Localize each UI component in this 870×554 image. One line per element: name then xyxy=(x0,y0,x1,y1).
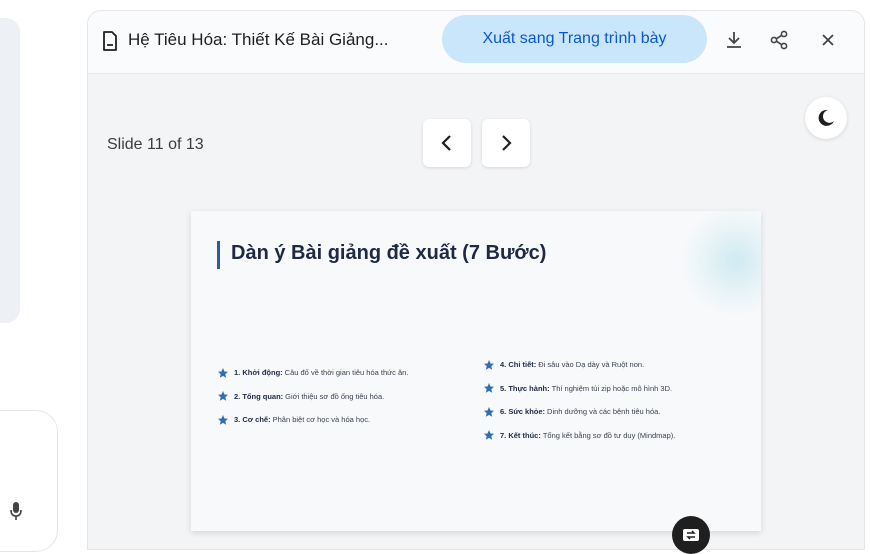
moon-icon xyxy=(818,109,834,126)
decorative-glow xyxy=(681,211,761,316)
outline-item: 5. Thực hành: Thí nghiệm túi zip hoặc mô… xyxy=(483,377,675,401)
outline-item-label: 4. Chi tiết: xyxy=(500,360,537,370)
outline-item-label: 7. Kết thúc: xyxy=(500,430,541,440)
star-icon xyxy=(484,430,494,440)
chevron-right-icon xyxy=(502,135,512,151)
outline-item-label: 5. Thực hành: xyxy=(500,383,550,393)
star-icon xyxy=(484,406,494,417)
chat-input-box[interactable] xyxy=(0,410,58,552)
outline-item-text: Phân biệt cơ học và hóa học. xyxy=(272,415,371,425)
outline-item-text: Dinh dưỡng và các bệnh tiêu hóa. xyxy=(547,407,661,417)
outline-item: 6. Sức khỏe: Dinh dưỡng và các bệnh tiêu… xyxy=(483,400,675,424)
outline-column-left: 1. Khởi động: Câu đố về thời gian tiêu h… xyxy=(217,361,408,432)
download-icon[interactable] xyxy=(723,29,745,51)
outline-item-text: Thí nghiệm túi zip hoặc mô hình 3D. xyxy=(551,383,673,393)
outline-item-text: Đi sâu vào Dạ dày và Ruột non. xyxy=(538,360,645,370)
title-accent-bar xyxy=(217,241,220,269)
outline-item: 1. Khởi động: Câu đố về thời gian tiêu h… xyxy=(217,361,408,385)
outline-item: 4. Chi tiết: Đi sâu vào Dạ dày và Ruột n… xyxy=(483,353,675,377)
side-panel xyxy=(0,18,20,323)
document-title: Hệ Tiêu Hóa: Thiết Kế Bài Giảng... xyxy=(128,30,389,49)
outline-item-label: 2. Tổng quan: xyxy=(234,391,284,401)
outline-column-right: 4. Chi tiết: Đi sâu vào Dạ dày và Ruột n… xyxy=(483,353,675,447)
chevron-left-icon xyxy=(441,135,451,151)
outline-item-text: Giới thiệu sơ đồ ống tiêu hóa. xyxy=(285,391,385,401)
slide-preview: Dàn ý Bài giảng đề xuất (7 Bước) 1. Khởi… xyxy=(191,211,761,531)
outline-item-text: Câu đố về thời gian tiêu hóa thức ăn. xyxy=(284,368,409,378)
outline-item: 7. Kết thúc: Tổng kết bằng sơ đồ tư duy … xyxy=(483,424,675,448)
outline-item-label: 6. Sức khỏe: xyxy=(500,407,546,417)
presentation-viewer: Hệ Tiêu Hóa: Thiết Kế Bài Giảng... Xuất … xyxy=(87,10,865,550)
star-icon xyxy=(218,414,228,425)
share-icon[interactable] xyxy=(768,29,790,51)
next-slide-button[interactable] xyxy=(482,119,530,167)
export-to-slides-button[interactable]: Xuất sang Trang trình bày xyxy=(442,15,707,63)
mic-icon[interactable] xyxy=(9,501,23,521)
outline-item-label: 3. Cơ chế: xyxy=(234,415,271,425)
close-icon[interactable] xyxy=(817,29,839,51)
star-icon xyxy=(218,367,228,378)
outline-item: 3. Cơ chế: Phân biệt cơ học và hóa học. xyxy=(217,408,408,432)
outline-item-label: 1. Khởi động: xyxy=(234,368,283,378)
slide-counter: Slide 11 of 13 xyxy=(107,136,204,153)
slide-title: Dàn ý Bài giảng đề xuất (7 Bước) xyxy=(231,242,547,264)
outline-item-text: Tổng kết bằng sơ đồ tư duy (Mindmap). xyxy=(542,430,676,440)
swap-icon xyxy=(683,529,699,541)
star-icon xyxy=(484,383,494,393)
previous-slide-button[interactable] xyxy=(423,119,471,167)
document-icon xyxy=(103,31,117,51)
star-icon xyxy=(218,391,228,401)
star-icon xyxy=(484,359,494,370)
outline-item: 2. Tổng quan: Giới thiệu sơ đồ ống tiêu … xyxy=(217,385,408,409)
slide-action-button[interactable] xyxy=(672,516,710,554)
theme-toggle-button[interactable] xyxy=(805,97,847,139)
viewer-toolbar: Hệ Tiêu Hóa: Thiết Kế Bài Giảng... Xuất … xyxy=(88,11,864,74)
